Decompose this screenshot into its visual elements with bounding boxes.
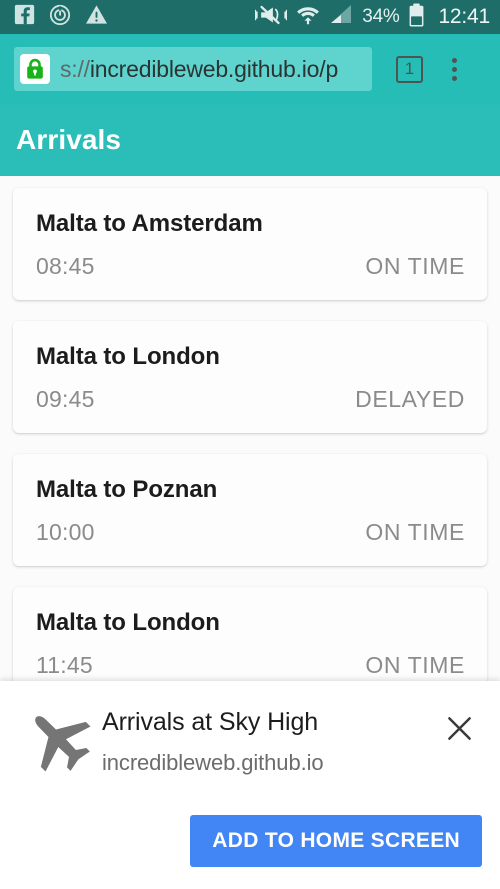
flight-status: ON TIME: [365, 652, 465, 678]
flight-time: 09:45: [36, 386, 95, 412]
install-banner-actions: ADD TO HOME SCREEN: [190, 815, 482, 867]
flight-meta: 11:45 ON TIME: [36, 652, 465, 679]
app-header: Arrivals: [0, 104, 500, 176]
alarm-clock-icon: [49, 4, 71, 31]
menu-dot: [451, 66, 457, 72]
flight-status: ON TIME: [365, 253, 465, 279]
install-banner: Arrivals at Sky High incredibleweb.githu…: [0, 681, 500, 889]
flight-time: 11:45: [36, 652, 93, 678]
flight-status: ON TIME: [365, 519, 465, 545]
flight-time: 10:00: [36, 519, 95, 545]
flight-meta: 10:00 ON TIME: [36, 519, 465, 546]
flight-meta: 08:45 ON TIME: [36, 253, 465, 280]
url-text[interactable]: s://incredibleweb.github.io/p: [60, 56, 338, 83]
wifi-icon: [296, 4, 320, 31]
install-banner-header: Arrivals at Sky High incredibleweb.githu…: [18, 699, 482, 783]
install-banner-title: Arrivals at Sky High: [102, 708, 319, 736]
battery-percent-label: 34%: [362, 6, 400, 27]
status-bar: 34% 12:41: [0, 0, 500, 34]
url-host: incredibleweb.github.io/: [89, 55, 326, 82]
menu-dot: [451, 57, 457, 63]
add-to-home-screen-button[interactable]: ADD TO HOME SCREEN: [190, 815, 482, 867]
lock-icon[interactable]: [20, 54, 50, 84]
tab-count-label: 1: [404, 59, 415, 78]
flight-card[interactable]: Malta to Poznan 10:00 ON TIME: [13, 454, 487, 566]
flight-route: Malta to Poznan: [36, 476, 218, 503]
browser-toolbar: s://incredibleweb.github.io/p 1: [0, 34, 500, 104]
flight-card[interactable]: Malta to London 09:45 DELAYED: [13, 321, 487, 433]
status-bar-clock: 12:41: [438, 5, 490, 28]
overflow-menu-icon[interactable]: [439, 52, 469, 86]
url-bar[interactable]: s://incredibleweb.github.io/p: [14, 47, 372, 91]
facebook-icon: [14, 4, 35, 30]
page-title: Arrivals: [16, 124, 122, 155]
install-banner-origin: incredibleweb.github.io: [102, 749, 324, 775]
flight-route: Malta to Amsterdam: [36, 210, 263, 237]
flight-card[interactable]: Malta to Amsterdam 08:45 ON TIME: [13, 188, 487, 300]
flight-route: Malta to London: [36, 609, 220, 636]
flight-status: DELAYED: [355, 386, 465, 412]
warning-triangle-icon: [85, 4, 108, 30]
flight-time: 08:45: [36, 253, 95, 279]
status-bar-left-icons: [14, 4, 108, 31]
phone-screen: 34% 12:41 s://incredibleweb.github.io/p …: [0, 0, 500, 889]
install-banner-text: Arrivals at Sky High incredibleweb.githu…: [102, 699, 436, 776]
url-path: p: [325, 55, 339, 82]
url-scheme: s://: [60, 55, 90, 82]
flight-route: Malta to London: [36, 343, 220, 370]
battery-icon: [408, 2, 425, 32]
cellular-signal-icon: [329, 4, 353, 30]
airplane-icon: [18, 699, 102, 783]
status-bar-right-icons: 34% 12:41: [255, 2, 490, 32]
close-icon[interactable]: [436, 705, 482, 751]
vibrate-mute-icon: [255, 4, 288, 31]
menu-dot: [451, 75, 457, 81]
tab-counter-button[interactable]: 1: [396, 55, 423, 83]
flight-meta: 09:45 DELAYED: [36, 386, 465, 413]
